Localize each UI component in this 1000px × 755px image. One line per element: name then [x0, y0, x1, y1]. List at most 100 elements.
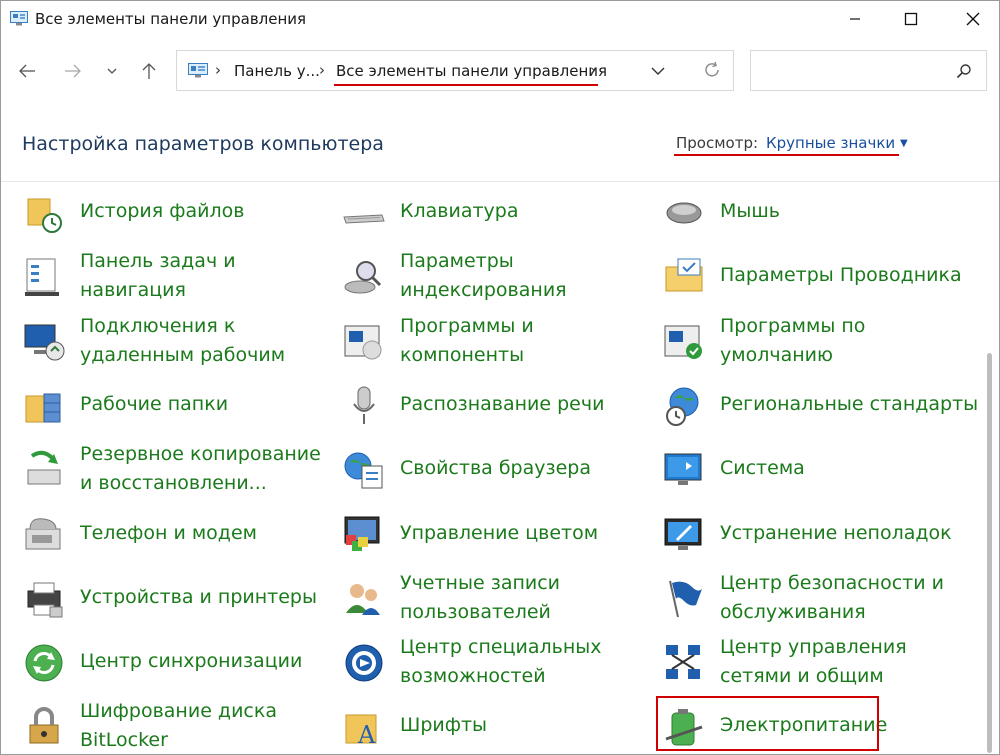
- scrollbar[interactable]: [987, 353, 992, 753]
- item-label: Центр безопасности и обслуживания: [720, 572, 944, 623]
- item-label: Клавиатура: [400, 200, 519, 222]
- control-panel-item[interactable]: Управление цветом: [342, 509, 662, 569]
- annotation-underline: [334, 84, 598, 86]
- chevron-down-icon: [107, 68, 117, 74]
- control-panel-item[interactable]: Центр синхронизации: [22, 637, 342, 697]
- control-panel-item[interactable]: Центр управления сетями и общим: [662, 636, 982, 697]
- indexing-icon: [344, 261, 382, 294]
- item-label: Мышь: [720, 200, 780, 222]
- arrow-up-icon: [142, 63, 156, 79]
- breadcrumb-parent[interactable]: Панель у...: [234, 62, 320, 80]
- minimize-button[interactable]: [832, 1, 878, 37]
- view-label: Просмотр:: [676, 134, 759, 152]
- control-panel-item[interactable]: A Шрифты: [342, 701, 662, 754]
- control-panel-item[interactable]: Система: [662, 444, 982, 504]
- explorer-options-icon: [665, 258, 703, 292]
- system-icon: [664, 453, 702, 485]
- control-panel-item[interactable]: Учетные записи пользователей: [342, 572, 662, 633]
- region-icon: [666, 387, 699, 426]
- backup-icon: [27, 450, 61, 485]
- phone-modem-icon: [25, 518, 61, 550]
- item-label: Центр специальных возможностей: [400, 636, 602, 687]
- control-panel-icon: [10, 11, 28, 26]
- close-button[interactable]: [950, 1, 996, 37]
- control-panel-item[interactable]: История файлов: [22, 187, 342, 247]
- control-panel-item[interactable]: Мышь: [662, 187, 982, 247]
- control-panel-item[interactable]: Программы и компоненты: [342, 315, 662, 376]
- item-label: Программы по умолчанию: [720, 315, 866, 366]
- mouse-icon: [666, 202, 702, 224]
- up-button[interactable]: [134, 55, 164, 87]
- minimize-icon: [850, 18, 860, 20]
- chevron-right-icon[interactable]: ›: [590, 61, 596, 79]
- item-label: Параметры Проводника: [720, 264, 962, 286]
- item-label: Центр синхронизации: [80, 650, 303, 672]
- annotation-underline: [674, 154, 899, 156]
- item-label: Шрифты: [400, 714, 488, 736]
- item-label: Региональные стандарты: [720, 393, 979, 415]
- control-panel-item[interactable]: Центр специальных возможностей: [342, 636, 662, 697]
- control-panel-item[interactable]: Шифрование диска BitLocker: [22, 700, 342, 754]
- microphone-icon: [353, 386, 375, 424]
- fonts-icon: A: [345, 714, 377, 749]
- control-panel-item[interactable]: Устранение неполадок: [662, 509, 982, 569]
- control-panel-item[interactable]: Рабочие папки: [22, 380, 342, 440]
- item-label: Учетные записи пользователей: [400, 572, 561, 623]
- control-panel-item[interactable]: Центр безопасности и обслуживания: [662, 572, 982, 633]
- file-history-icon: [27, 198, 62, 233]
- back-button[interactable]: [12, 55, 42, 87]
- annotation-highlight: [656, 696, 879, 751]
- control-panel-item[interactable]: Панель задач и навигация: [22, 250, 342, 311]
- item-label: Распознавание речи: [400, 393, 605, 415]
- item-label: Резервное копирование и восстановлени...: [80, 443, 321, 494]
- internet-options-icon: [344, 452, 383, 489]
- control-panel-item[interactable]: Региональные стандарты: [662, 380, 982, 440]
- view-mode-dropdown[interactable]: Крупные значки ▼: [766, 134, 908, 152]
- control-panel-item[interactable]: Параметры индексирования: [342, 250, 662, 311]
- control-panel-item[interactable]: Параметры Проводника: [662, 251, 982, 311]
- breadcrumb-current[interactable]: Все элементы панели управления: [336, 62, 607, 80]
- item-label: Система: [720, 457, 805, 479]
- security-flag-icon: [669, 580, 702, 618]
- address-dropdown-button[interactable]: [650, 63, 666, 82]
- forward-button[interactable]: [58, 55, 88, 87]
- item-label: История файлов: [80, 200, 245, 222]
- caret-down-icon: ▼: [899, 138, 908, 149]
- network-icon: [666, 645, 700, 679]
- bitlocker-icon: [29, 707, 59, 744]
- control-panel-item[interactable]: Резервное копирование и восстановлени...: [22, 443, 342, 504]
- maximize-icon: [904, 12, 918, 26]
- title-bar: Все элементы панели управления: [1, 1, 999, 39]
- item-label: Шифрование диска BitLocker: [80, 700, 277, 751]
- close-icon: [966, 12, 980, 26]
- control-panel-item[interactable]: Распознавание речи: [342, 380, 662, 440]
- view-mode-value: Крупные значки: [766, 134, 896, 152]
- refresh-button[interactable]: [703, 61, 721, 83]
- control-panel-item[interactable]: Телефон и модем: [22, 509, 342, 569]
- svg-text:A: A: [357, 721, 376, 749]
- control-panel-item[interactable]: Клавиатура: [342, 187, 662, 247]
- item-label: Устройства и принтеры: [80, 586, 317, 608]
- remote-desktop-icon: [24, 324, 65, 361]
- sync-icon: [25, 644, 63, 682]
- control-panel-item[interactable]: Свойства браузера: [342, 444, 662, 504]
- control-panel-item[interactable]: Устройства и принтеры: [22, 573, 342, 633]
- item-label: Рабочие папки: [80, 393, 229, 415]
- recent-locations-button[interactable]: [97, 55, 127, 87]
- address-bar[interactable]: › Панель у... › Все элементы панели упра…: [176, 50, 734, 91]
- item-label: Панель задач и навигация: [80, 250, 236, 301]
- maximize-button[interactable]: [888, 1, 934, 37]
- item-label: Управление цветом: [400, 522, 599, 544]
- accessibility-icon: [345, 644, 383, 682]
- chevron-right-icon[interactable]: ›: [319, 61, 325, 79]
- search-input[interactable]: [750, 50, 987, 91]
- item-label: Программы и компоненты: [400, 315, 534, 366]
- item-label: Параметры индексирования: [400, 250, 567, 301]
- control-panel-item[interactable]: Программы по умолчанию: [662, 315, 982, 376]
- window-title: Все элементы панели управления: [35, 10, 307, 28]
- chevron-down-icon: [651, 67, 665, 75]
- header-divider: [1, 181, 999, 182]
- control-panel-item[interactable]: Подключения к удаленным рабочим: [22, 315, 342, 376]
- refresh-icon: [705, 61, 719, 77]
- default-programs-icon: [664, 325, 702, 359]
